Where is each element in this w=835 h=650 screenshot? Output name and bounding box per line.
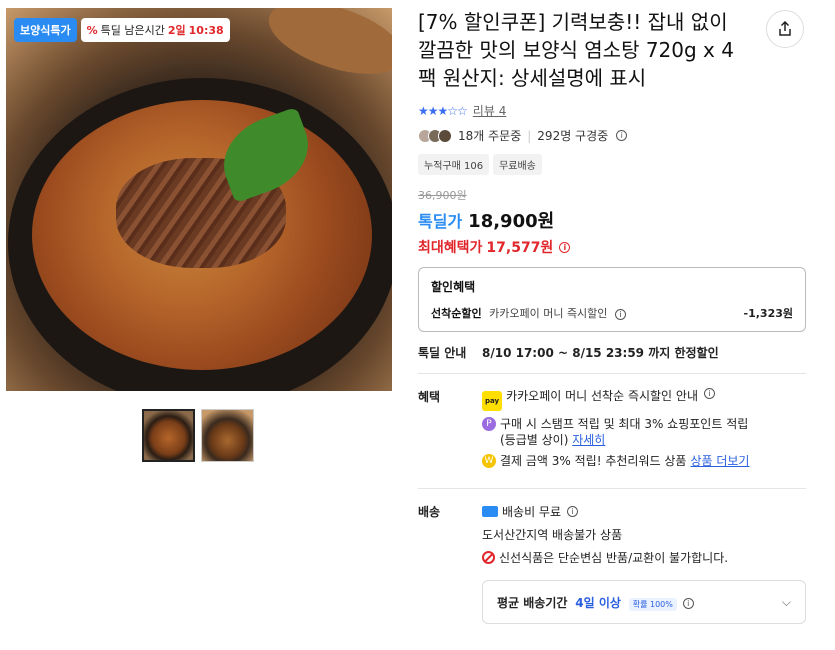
- discount-line-desc: 카카오페이 머니 즉시할인: [489, 307, 608, 320]
- discount-title: 할인혜택: [431, 280, 476, 294]
- deal-price: 18,900원: [468, 211, 555, 232]
- spoon-decoration: [260, 8, 392, 89]
- image-badges: 보양식특가 % 특딜 남은시간 2일 10:38: [14, 18, 230, 42]
- benefit-section: 혜택 pay 카카오페이 머니 선착순 즉시할인 안내 i P 구매 시 스탬프…: [418, 388, 806, 489]
- discount-line-value: -1,323원: [743, 307, 793, 320]
- product-title: [7% 할인쿠폰] 기력보충!! 잡내 없이 깔끔한 맛의 보양식 염소탕 72…: [418, 10, 734, 90]
- product-info: [7% 할인쿠폰] 기력보충!! 잡내 없이 깔끔한 맛의 보양식 염소탕 72…: [418, 8, 806, 624]
- point-icon: P: [482, 417, 496, 431]
- deal-price-row: 톡딜가 18,900원: [418, 207, 806, 233]
- product-tags: 누적구매 106 무료배송: [418, 154, 806, 175]
- details-link[interactable]: 자세히: [572, 433, 605, 447]
- max-benefit-price: 17,577원: [486, 240, 554, 256]
- discount-line-label: 선착순할인: [431, 307, 482, 320]
- info-icon[interactable]: i: [614, 308, 626, 320]
- island-row: 도서산간지역 배송불가 상품: [482, 526, 728, 543]
- shipping-label: 배송: [418, 505, 441, 519]
- reward-icon: W: [482, 454, 496, 468]
- benefit-item-reward: W 결제 금액 3% 적립! 추천리워드 상품 상품 더보기: [482, 453, 749, 469]
- delivery-prob: 확률 100%: [628, 597, 677, 611]
- deal-info-row: 톡딜 안내 8/10 17:00 ~ 8/15 23:59 까지 한정할인: [418, 344, 806, 374]
- shipping-section: 배송 배송비 무료 i 도서산간지역 배송불가 상품 신선식품은 단순변심 반품…: [418, 503, 806, 572]
- benefit-item-1: 카카오페이 머니 선착순 즉시할인 안내: [506, 389, 698, 403]
- info-icon[interactable]: i: [704, 388, 715, 399]
- prohibited-icon: [482, 551, 495, 564]
- timer-time: 10:38: [188, 23, 224, 37]
- shipping-fee-row: 배송비 무료 i: [482, 503, 728, 520]
- deal-info-label: 톡딜 안내: [418, 346, 467, 360]
- buyer-avatars: [418, 128, 452, 143]
- thumbnail-2[interactable]: [201, 409, 254, 462]
- discount-box: 할인혜택 선착순할인 카카오페이 머니 즉시할인 i -1,323원: [418, 267, 806, 332]
- info-icon[interactable]: i: [682, 597, 694, 609]
- return-row: 신선식품은 단순변심 반품/교환이 불가합니다.: [482, 549, 728, 566]
- more-products-link[interactable]: 상품 더보기: [690, 453, 749, 469]
- percent-icon: %: [86, 23, 98, 37]
- product-gallery: 보양식특가 % 특딜 남은시간 2일 10:38: [6, 8, 392, 462]
- benefit-item-stamp: P 구매 시 스탬프 적립 및 최대 3% 쇼핑포인트 적립 (등급별 상이) …: [482, 416, 749, 448]
- benefit-item-2a: 구매 시 스탬프 적립 및 최대 3% 쇼핑포인트 적립: [500, 417, 749, 431]
- delivery-days: 4일 이상: [575, 595, 621, 610]
- deal-info-value: 8/10 17:00 ~ 8/15 23:59 까지 한정할인: [482, 346, 719, 360]
- shipping-fee: 배송비 무료: [502, 505, 562, 519]
- discount-line: 선착순할인 카카오페이 머니 즉시할인 i -1,323원: [431, 305, 793, 321]
- max-benefit-label: 최대혜택가: [418, 240, 483, 256]
- deal-price-label: 톡딜가: [418, 212, 463, 231]
- rating-row: ★★★☆☆ 리뷰 4: [418, 102, 806, 119]
- info-icon[interactable]: i: [567, 506, 579, 517]
- activity-row: 18개 주문중 | 292명 구경중 i: [418, 127, 806, 144]
- island-notice: 도서산간지역 배송불가 상품: [482, 528, 623, 542]
- max-benefit-row: 최대혜택가 17,577원 i: [418, 237, 806, 257]
- info-icon[interactable]: i: [559, 241, 571, 253]
- star-rating: ★★★☆☆: [418, 103, 468, 118]
- thumbnail-1[interactable]: [142, 409, 195, 462]
- chevron-down-icon: ⌵: [781, 594, 791, 609]
- share-icon: [779, 21, 791, 36]
- timer-prefix: 특딜 남은시간: [100, 24, 165, 37]
- timer-days: 2일: [167, 24, 186, 37]
- tag-free-shipping: 무료배송: [493, 154, 542, 175]
- buyers-count: 292명 구경중: [537, 129, 609, 143]
- tag-cumulative: 누적구매 106: [418, 154, 490, 175]
- divider: |: [527, 128, 532, 143]
- orders-count: 18개 주문중: [458, 129, 522, 143]
- benefit-label: 혜택: [418, 390, 441, 404]
- main-product-image[interactable]: 보양식특가 % 특딜 남은시간 2일 10:38: [6, 8, 392, 391]
- delivery-label: 평균 배송기간: [497, 595, 568, 610]
- review-link[interactable]: 리뷰 4: [473, 102, 507, 119]
- benefit-item-2b: (등급별 상이): [500, 433, 569, 447]
- return-notice: 신선식품은 단순변심 반품/교환이 불가합니다.: [499, 551, 729, 565]
- delivery-period-dropdown[interactable]: 평균 배송기간 4일 이상 확률 100% i ⌵: [482, 580, 806, 624]
- truck-icon: [482, 506, 498, 517]
- timer-badge: % 특딜 남은시간 2일 10:38: [80, 18, 230, 42]
- promo-badge: 보양식특가: [14, 18, 77, 42]
- kakaopay-icon: pay: [482, 391, 503, 411]
- benefit-item-kakaopay: pay 카카오페이 머니 선착순 즉시할인 안내 i: [482, 388, 749, 411]
- original-price: 36,900원: [418, 189, 467, 202]
- share-button[interactable]: [766, 10, 804, 48]
- thumbnail-list: [142, 409, 392, 462]
- info-icon[interactable]: i: [616, 130, 628, 141]
- benefit-item-3: 결제 금액 3% 적립! 추천리워드 상품: [500, 454, 687, 468]
